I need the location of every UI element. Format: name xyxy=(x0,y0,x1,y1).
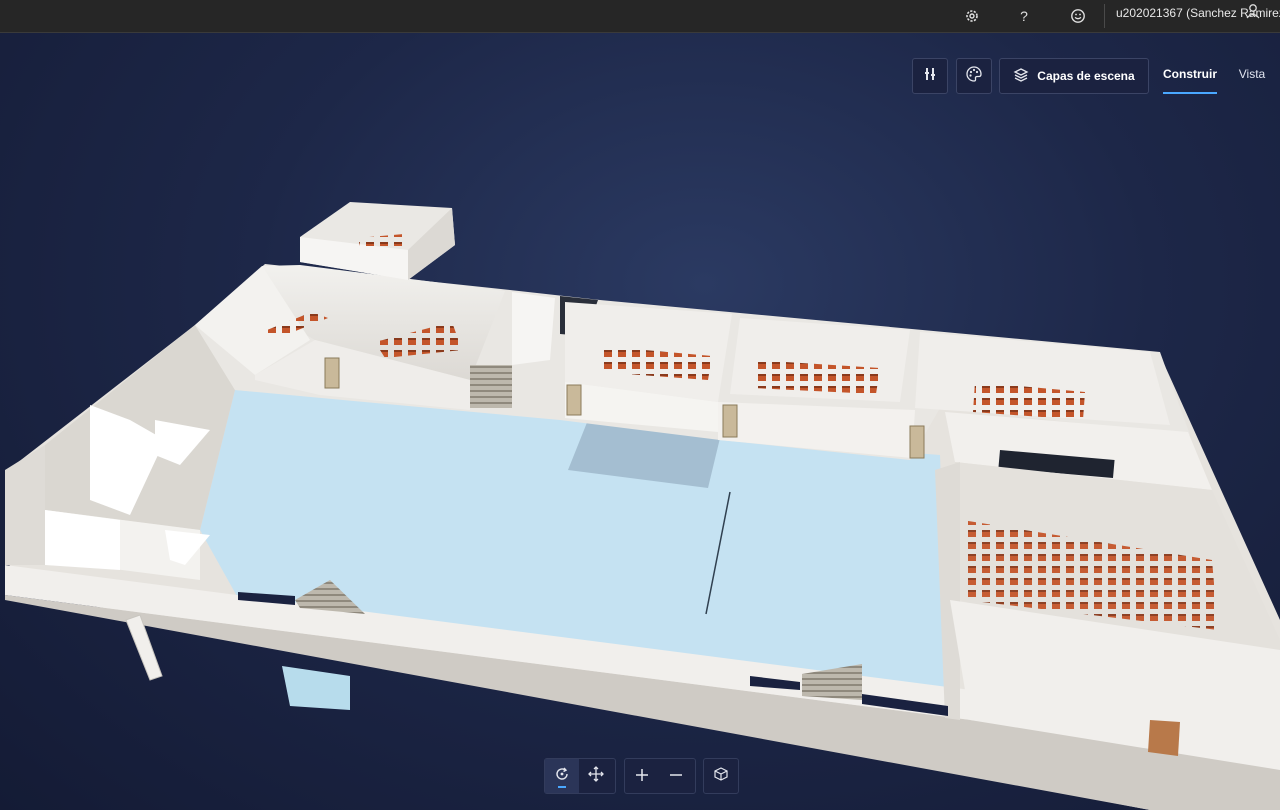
3d-viewport[interactable] xyxy=(0,32,1280,810)
feedback-smiley-icon[interactable] xyxy=(1066,4,1090,28)
pan-icon xyxy=(588,766,604,786)
tools-icon xyxy=(922,66,938,86)
cube-view-icon xyxy=(713,766,729,786)
orbit-button[interactable] xyxy=(545,759,579,793)
tab-construir[interactable]: Construir xyxy=(1163,58,1217,94)
palette-button[interactable] xyxy=(956,58,992,94)
zoom-group xyxy=(624,758,696,794)
tools-button[interactable] xyxy=(912,58,948,94)
pan-button[interactable] xyxy=(579,759,613,793)
zoom-out-icon xyxy=(669,767,683,786)
tab-vista[interactable]: Vista xyxy=(1232,58,1272,92)
orbit-icon xyxy=(554,766,570,786)
cube-view-button[interactable] xyxy=(704,759,738,793)
navigation-mode-group xyxy=(544,758,616,794)
view-cube-group xyxy=(703,758,739,794)
divider xyxy=(1104,4,1105,28)
building-model[interactable] xyxy=(0,32,1280,810)
gear-icon[interactable] xyxy=(960,4,984,28)
scene-layers-label: Capas de escena xyxy=(1037,69,1135,83)
top-bar: ? u202021367 (Sanchez Ramirez xyxy=(0,0,1280,33)
scene-layers-button[interactable]: Capas de escena xyxy=(999,58,1149,94)
palette-icon xyxy=(965,65,983,87)
zoom-in-button[interactable] xyxy=(625,759,659,793)
help-icon[interactable]: ? xyxy=(1012,4,1036,28)
layers-icon xyxy=(1013,67,1029,86)
zoom-out-button[interactable] xyxy=(659,759,693,793)
person-icon[interactable] xyxy=(1244,2,1262,20)
zoom-in-icon xyxy=(635,767,649,786)
